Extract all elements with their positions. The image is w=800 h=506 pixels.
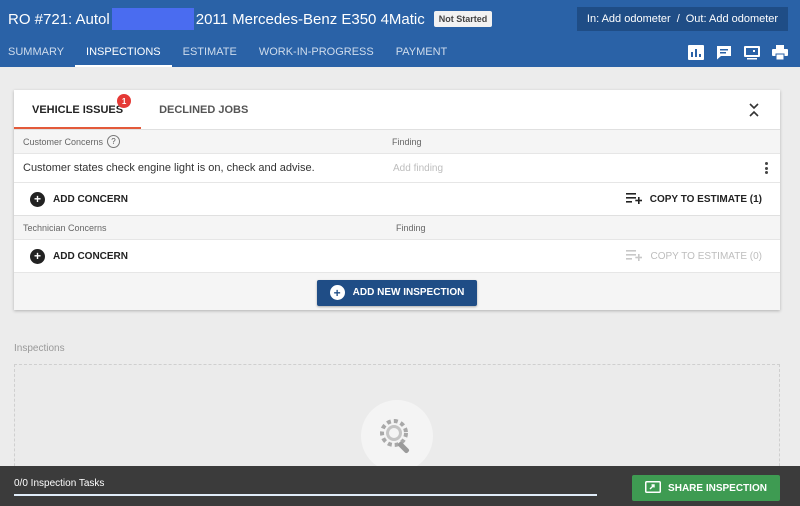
tasks-progress-bar [14, 494, 597, 496]
tab-vehicle-issues[interactable]: VEHICLE ISSUES 1 [14, 90, 142, 129]
concern-text[interactable]: Customer states check engine light is on… [23, 162, 315, 174]
chat-icon[interactable] [715, 45, 732, 60]
plus-circle-icon: + [30, 248, 45, 264]
toolbar-icons [687, 45, 788, 60]
inspections-section-label: Inspections [14, 343, 65, 354]
playlist-add-icon [625, 192, 643, 207]
concern-row: Customer states check engine light is on… [14, 153, 780, 182]
add-new-inspection-button[interactable]: + ADD NEW INSPECTION [317, 279, 477, 306]
plus-circle-icon: + [30, 191, 45, 207]
technician-concerns-header: Technician Concerns Finding [14, 215, 780, 239]
redacted-customer-name [111, 8, 194, 30]
tasks-progress-fill [14, 494, 597, 496]
inspection-tasks-count: 0/0 Inspection Tasks [14, 478, 105, 489]
technician-actions-row: + ADD CONCERN COPY TO ESTIMATE (0) [14, 239, 780, 272]
repair-order-title: RO #721: Autol 2011 Mercedes-Benz E350 4… [8, 8, 493, 30]
tab-vehicle-issues-label: VEHICLE ISSUES [32, 103, 124, 116]
customer-concerns-label: Customer Concerns [23, 136, 104, 147]
collapse-icon[interactable] [748, 103, 760, 117]
add-finding-field[interactable]: Add finding [393, 163, 443, 174]
copy-to-estimate-button[interactable]: COPY TO ESTIMATE (1) [625, 192, 762, 207]
nav-tabs: Summary Inspections Estimate Work-in-Pro… [0, 36, 458, 67]
vehicle-issues-card: VEHICLE ISSUES 1 DECLINED JOBS Customer … [14, 90, 780, 310]
share-inspection-label: SHARE INSPECTION [668, 482, 767, 494]
odometer-in[interactable]: In: Add odometer [587, 13, 671, 25]
more-options-icon[interactable] [763, 161, 769, 175]
tab-declined-jobs[interactable]: DECLINED JOBS [141, 90, 266, 129]
ro-number: RO #721: Autol [8, 10, 110, 28]
print-icon[interactable] [771, 45, 788, 60]
technician-concerns-label: Technician Concerns [23, 222, 107, 233]
help-icon[interactable]: ? [107, 135, 121, 148]
card-tabs: VEHICLE ISSUES 1 DECLINED JOBS [14, 90, 780, 129]
inspection-footer: 0/0 Inspection Tasks SHARE INSPECTION [0, 466, 800, 506]
bar-chart-icon[interactable] [687, 45, 704, 60]
add-concern-label: ADD CONCERN [53, 250, 128, 262]
tab-inspections[interactable]: Inspections [75, 36, 172, 67]
odometer-button[interactable]: In: Add odometer / Out: Add odometer [577, 7, 788, 31]
tab-payment[interactable]: Payment [385, 36, 459, 67]
new-inspection-row: + ADD NEW INSPECTION [14, 272, 780, 312]
tab-summary[interactable]: Summary [0, 36, 75, 67]
share-inspection-button[interactable]: SHARE INSPECTION [632, 475, 780, 501]
customer-concerns-header: Customer Concerns ? Finding [14, 129, 780, 153]
plus-circle-icon: + [329, 285, 345, 300]
vehicle-name: 2011 Mercedes-Benz E350 4Matic [195, 10, 425, 28]
gear-search-icon [361, 400, 433, 472]
copy-to-estimate-disabled-button[interactable]: COPY TO ESTIMATE (0) [626, 249, 762, 264]
odometer-out[interactable]: Out: Add odometer [686, 13, 778, 25]
add-technician-concern-button[interactable]: + ADD CONCERN [30, 248, 128, 264]
monitor-share-icon[interactable] [743, 45, 760, 60]
add-customer-concern-button[interactable]: + ADD CONCERN [30, 191, 128, 207]
odometer-separator: / [676, 13, 680, 25]
playlist-add-icon [626, 249, 643, 264]
copy-to-estimate-label: COPY TO ESTIMATE (1) [649, 193, 762, 205]
share-screen-icon [645, 480, 662, 496]
status-badge: Not Started [433, 11, 493, 27]
tab-estimate[interactable]: Estimate [172, 36, 248, 67]
add-concern-label: ADD CONCERN [53, 193, 128, 205]
finding-header: Finding [392, 136, 422, 147]
tab-work-in-progress[interactable]: Work-in-Progress [248, 36, 385, 67]
issues-count-badge: 1 [117, 94, 132, 108]
add-new-inspection-label: ADD NEW INSPECTION [352, 287, 465, 298]
customer-actions-row: + ADD CONCERN COPY TO ESTIMATE (1) [14, 182, 780, 215]
copy-to-estimate-label: COPY TO ESTIMATE (0) [650, 250, 762, 262]
app-header: RO #721: Autol 2011 Mercedes-Benz E350 4… [0, 0, 800, 67]
technician-finding-header: Finding [396, 222, 426, 233]
